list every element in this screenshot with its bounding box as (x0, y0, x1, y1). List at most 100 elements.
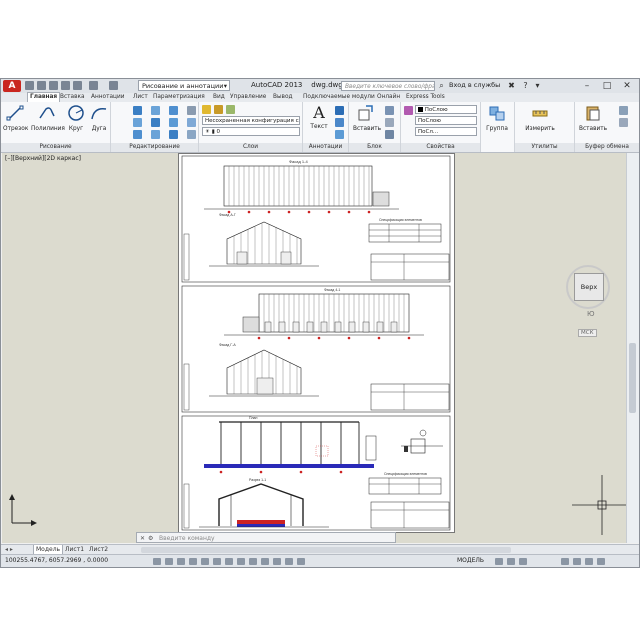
viewport-controls[interactable]: [–][Верхний][2D каркас] (5, 155, 81, 162)
edit-block-icon[interactable] (385, 118, 394, 127)
ducs-icon[interactable] (237, 558, 245, 565)
isolate-icon[interactable] (573, 558, 581, 565)
search-input[interactable]: Введите ключевое слово/фразу (341, 81, 435, 91)
compass-south[interactable]: Ю (587, 310, 595, 318)
attribute-icon[interactable] (385, 130, 394, 139)
line-button[interactable]: Отрезок (3, 104, 28, 138)
tab-layout[interactable]: Лист (133, 93, 148, 102)
print-icon[interactable] (73, 81, 82, 90)
save-icon[interactable] (49, 81, 58, 90)
clipboard-panel-title[interactable]: Буфер обмена (575, 143, 639, 152)
undo-icon[interactable] (89, 81, 98, 90)
explode-icon[interactable] (187, 118, 196, 127)
login-button[interactable]: Вход в службы (449, 81, 500, 89)
3d-osnap-icon[interactable] (213, 558, 221, 565)
create-block-icon[interactable] (385, 106, 394, 115)
layer-state-select[interactable]: Несохраненная конфигурация слое (202, 116, 300, 125)
dimension-icon[interactable] (335, 106, 344, 115)
lineweight-select[interactable]: ПоСлою (415, 116, 477, 125)
clean-screen-icon[interactable] (597, 558, 605, 565)
drawing-area[interactable]: [–][Верхний][2D каркас] Фасад 1-4 Фасад … (2, 153, 626, 543)
layer-state-icon[interactable] (226, 105, 235, 114)
tab-manage[interactable]: Управление (230, 93, 266, 102)
quick-properties-icon[interactable] (285, 558, 293, 565)
osnap-icon[interactable] (201, 558, 209, 565)
hardware-acceleration-icon[interactable] (585, 558, 593, 565)
circle-button[interactable]: Круг (64, 104, 88, 138)
application-menu-button[interactable]: A (3, 80, 21, 92)
move-icon[interactable] (133, 106, 142, 115)
tab-online[interactable]: Онлайн (377, 93, 400, 102)
match-properties-icon[interactable] (404, 106, 413, 115)
open-icon[interactable] (37, 81, 46, 90)
chevron-down-icon[interactable]: ▾ (533, 81, 542, 90)
layer-icon[interactable] (214, 105, 223, 114)
tab-home[interactable]: Главная (27, 92, 61, 102)
color-select[interactable]: ПоСлою (415, 105, 477, 114)
array-icon[interactable] (169, 130, 178, 139)
new-icon[interactable] (25, 81, 34, 90)
cut-icon[interactable] (619, 106, 628, 115)
command-input[interactable]: Введите команду (159, 535, 215, 542)
copy-icon[interactable] (133, 118, 142, 127)
tab-output[interactable]: Вывод (273, 93, 293, 102)
restore-button[interactable]: □ (597, 79, 617, 93)
scroll-thumb[interactable] (629, 343, 636, 413)
lineweight-icon[interactable] (261, 558, 269, 565)
polyline-button[interactable]: Полилиния (31, 104, 65, 138)
wcs-menu[interactable]: МСК (578, 329, 597, 337)
lock-ui-icon[interactable] (561, 558, 569, 565)
draw-panel-title[interactable]: Рисование (1, 143, 110, 152)
viewcube[interactable]: Верх (566, 265, 610, 309)
viewcube-face[interactable]: Верх (574, 273, 604, 301)
annotation-panel-title[interactable]: Аннотации (303, 143, 348, 152)
rotate-icon[interactable] (151, 106, 160, 115)
horizontal-scrollbar[interactable] (141, 547, 511, 553)
selection-cycling-icon[interactable] (297, 558, 305, 565)
arc-button[interactable]: Дуга (87, 104, 111, 138)
tab-insert[interactable]: Вставка (60, 93, 85, 102)
tab-view[interactable]: Вид (213, 93, 225, 102)
redo-icon[interactable] (109, 81, 118, 90)
insert-block-button[interactable]: Вставить (353, 104, 381, 138)
help-icon[interactable]: ? (521, 81, 530, 90)
utilities-panel-title[interactable]: Утилиты (515, 143, 574, 152)
snap-icon[interactable] (153, 558, 161, 565)
leader-icon[interactable] (335, 118, 344, 127)
fillet-icon[interactable] (169, 118, 178, 127)
workspace-icon[interactable] (519, 558, 527, 565)
tab-plugins[interactable]: Подключаемые модули (303, 93, 375, 102)
close-button[interactable]: ✕ (617, 79, 637, 93)
linetype-select[interactable]: ПоСл... (415, 127, 477, 136)
close-icon[interactable]: ✕ (140, 533, 145, 542)
layers-panel-title[interactable]: Слои (199, 143, 302, 152)
wrench-icon[interactable]: ⚙ (148, 533, 153, 542)
text-button[interactable]: A Текст (307, 104, 331, 138)
group-button[interactable]: Группа (485, 104, 509, 138)
erase-icon[interactable] (187, 106, 196, 115)
coordinates-readout[interactable]: 100255.4767, 6057.2969 , 0.0000 (5, 557, 108, 564)
copy-clip-icon[interactable] (619, 118, 628, 127)
paste-button[interactable]: Вставить (579, 104, 607, 138)
tab-annotate[interactable]: Аннотации (91, 93, 125, 102)
table-icon[interactable] (335, 130, 344, 139)
tab-express-tools[interactable]: Express Tools (406, 93, 445, 102)
vertical-scrollbar[interactable] (626, 153, 639, 543)
layout-icon[interactable] (495, 558, 503, 565)
command-line[interactable]: ✕ ⚙ Введите команду (136, 532, 396, 543)
model-space-toggle[interactable]: МОДЕЛЬ (457, 557, 484, 564)
layer-properties-icon[interactable] (202, 105, 211, 114)
exchange-icon[interactable]: ✖ (507, 81, 516, 90)
grid-icon[interactable] (165, 558, 173, 565)
save-as-icon[interactable] (61, 81, 70, 90)
tab-parametric[interactable]: Параметризация (153, 93, 205, 102)
stretch-icon[interactable] (133, 130, 142, 139)
annotation-scale-icon[interactable] (507, 558, 515, 565)
workspace-select[interactable]: Рисование и аннотации ▾ (138, 80, 230, 91)
trim-icon[interactable] (169, 106, 178, 115)
offset-icon[interactable] (187, 130, 196, 139)
ortho-icon[interactable] (177, 558, 185, 565)
search-icon[interactable]: ⌕ (437, 81, 446, 90)
otrack-icon[interactable] (225, 558, 233, 565)
transparency-icon[interactable] (273, 558, 281, 565)
